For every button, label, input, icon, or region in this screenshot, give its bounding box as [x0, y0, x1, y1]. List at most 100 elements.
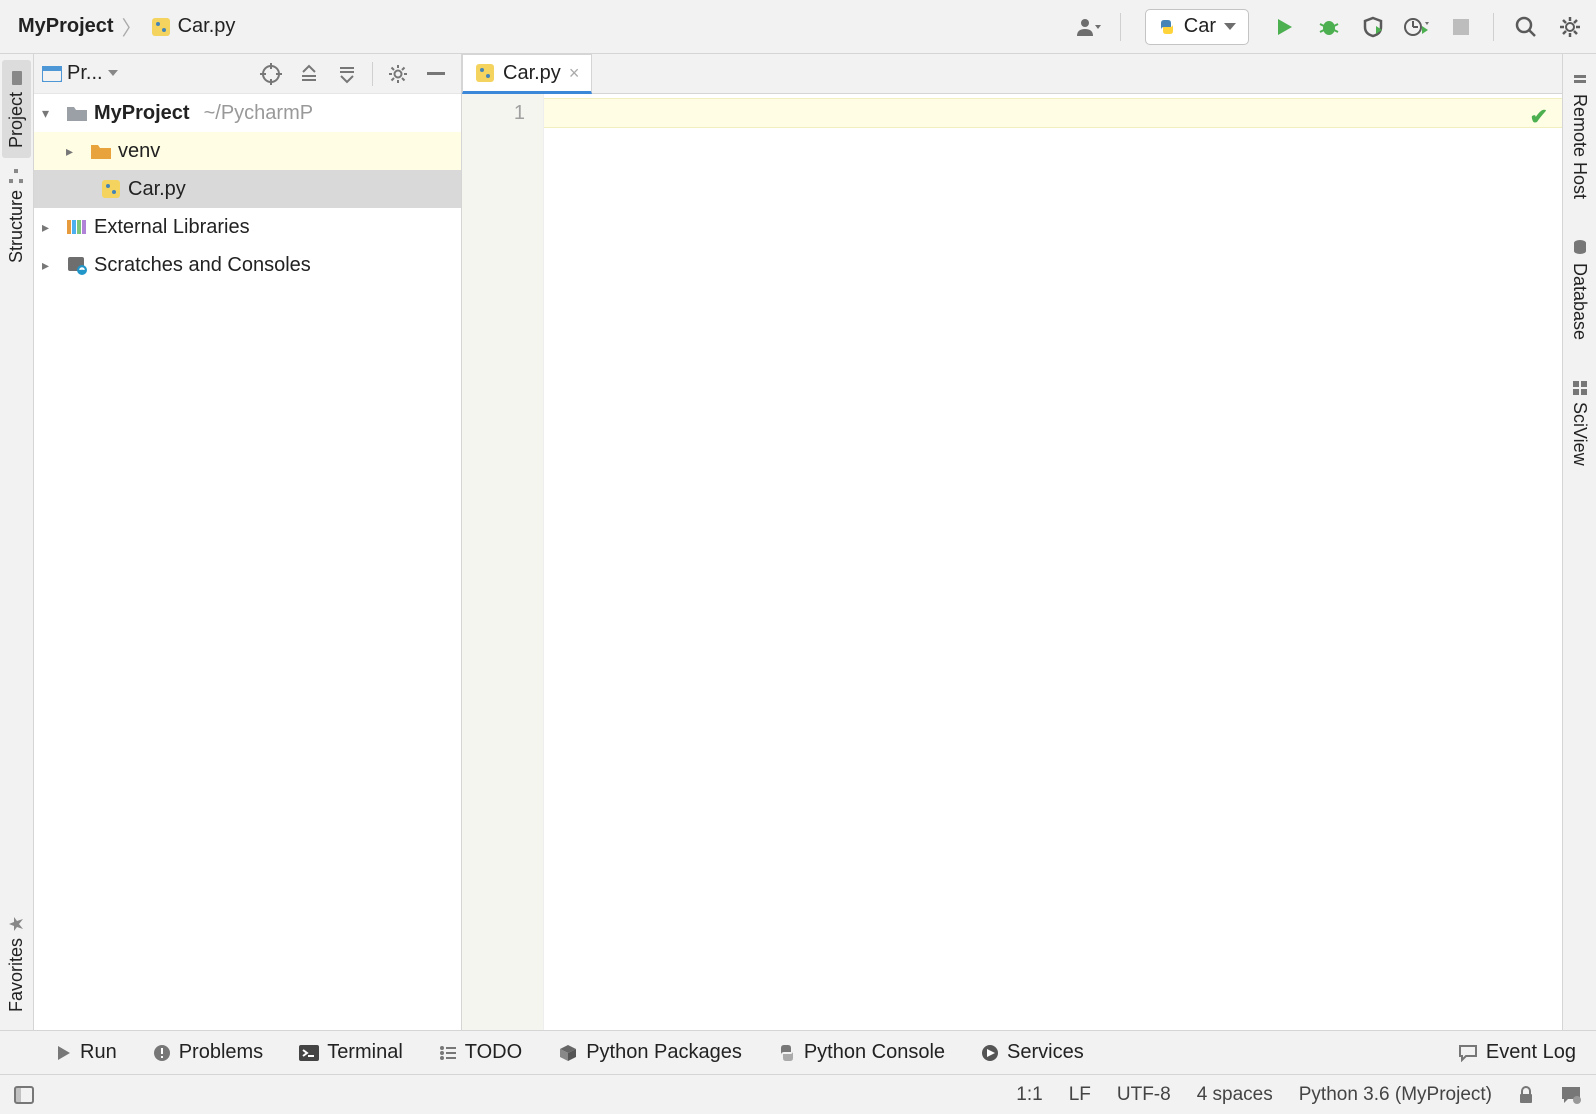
- separator: [372, 62, 373, 86]
- settings-button[interactable]: [1552, 9, 1588, 45]
- gear-icon: [1559, 16, 1581, 38]
- caret-position[interactable]: 1:1: [1016, 1084, 1042, 1106]
- project-tab-label: Project: [6, 92, 27, 148]
- project-view-label: Pr...: [67, 62, 103, 85]
- problems-tab-label: Problems: [179, 1041, 263, 1064]
- chevron-right-icon: ▸: [66, 143, 84, 160]
- remote-host-icon: [1572, 72, 1588, 88]
- chevron-down-icon: [108, 70, 118, 77]
- profiler-icon: [1404, 16, 1430, 38]
- console-tab-label: Python Console: [804, 1041, 945, 1064]
- profile-button[interactable]: [1399, 9, 1435, 45]
- database-icon: [1572, 239, 1588, 257]
- project-view-selector[interactable]: Pr...: [42, 62, 118, 85]
- tree-scratches[interactable]: ▸ Scratches and Consoles: [34, 246, 461, 284]
- chevron-down-icon: ▾: [42, 105, 60, 122]
- editor-body[interactable]: 1 ✔: [462, 94, 1562, 1030]
- select-opened-file-button[interactable]: [254, 57, 288, 91]
- terminal-tab-label: Terminal: [327, 1041, 403, 1064]
- sciview-icon: [1572, 380, 1588, 396]
- lock-icon[interactable]: [1518, 1086, 1534, 1104]
- left-tool-rail: Project Structure Favorites: [0, 54, 34, 1030]
- target-icon: [260, 63, 282, 85]
- folder-icon: [9, 70, 25, 86]
- bug-icon: [1318, 16, 1340, 38]
- favorites-tool-tab[interactable]: Favorites: [2, 906, 31, 1022]
- todo-tab-label: TODO: [465, 1041, 522, 1064]
- collapse-all-icon: [337, 64, 357, 84]
- terminal-tool-tab[interactable]: Terminal: [299, 1041, 403, 1064]
- expand-all-button[interactable]: [292, 57, 326, 91]
- python-file-icon: [100, 178, 122, 200]
- packages-tab-label: Python Packages: [586, 1041, 742, 1064]
- tree-venv-label: venv: [118, 140, 160, 163]
- tree-car-file-label: Car.py: [128, 178, 186, 201]
- run-tool-tab[interactable]: Run: [56, 1041, 117, 1064]
- tree-venv[interactable]: ▸ venv: [34, 132, 461, 170]
- remote-host-tab[interactable]: Remote Host: [1565, 64, 1594, 207]
- close-tab-button[interactable]: ×: [569, 63, 580, 84]
- python-icon: [1158, 18, 1176, 36]
- bottom-tool-bar: Run Problems Terminal TODO Python Packag…: [0, 1030, 1596, 1074]
- gear-icon: [388, 64, 408, 84]
- tree-scratches-label: Scratches and Consoles: [94, 254, 311, 277]
- tree-root[interactable]: ▾ MyProject ~/PycharmP: [34, 94, 461, 132]
- code-area[interactable]: ✔: [544, 94, 1562, 1030]
- folder-icon: [66, 104, 88, 122]
- user-dropdown-button[interactable]: [1070, 9, 1106, 45]
- services-tab-label: Services: [1007, 1041, 1084, 1064]
- play-icon: [1275, 17, 1295, 37]
- tool-window-quick-access-icon[interactable]: [14, 1086, 34, 1104]
- breadcrumb-project[interactable]: MyProject: [8, 15, 114, 38]
- sciview-tab[interactable]: SciView: [1565, 372, 1594, 474]
- separator: [1120, 13, 1121, 41]
- packages-icon: [558, 1044, 578, 1062]
- chevron-down-icon: [1224, 23, 1236, 31]
- hide-panel-button[interactable]: [419, 57, 453, 91]
- todo-tool-tab[interactable]: TODO: [439, 1041, 522, 1064]
- run-button[interactable]: [1267, 9, 1303, 45]
- tree-external-libraries[interactable]: ▸ External Libraries: [34, 208, 461, 246]
- structure-tool-tab[interactable]: Structure: [2, 158, 31, 273]
- editor-tab-car[interactable]: Car.py ×: [462, 54, 592, 94]
- star-icon: [9, 916, 25, 932]
- python-packages-tab[interactable]: Python Packages: [558, 1041, 742, 1064]
- editor-area: Car.py × 1 ✔: [462, 54, 1562, 1030]
- ide-status-icon[interactable]: [1560, 1085, 1582, 1105]
- stop-button[interactable]: [1443, 9, 1479, 45]
- tree-car-file[interactable]: Car.py: [34, 170, 461, 208]
- python-console-tab[interactable]: Python Console: [778, 1041, 945, 1064]
- database-label: Database: [1569, 263, 1590, 340]
- project-tool-tab[interactable]: Project: [2, 60, 31, 158]
- project-panel-header: Pr...: [34, 54, 461, 94]
- breadcrumb-file[interactable]: Car.py: [150, 15, 236, 38]
- collapse-all-button[interactable]: [330, 57, 364, 91]
- library-icon: [66, 218, 88, 236]
- chevron-right-icon: ▸: [42, 219, 60, 236]
- indent-setting[interactable]: 4 spaces: [1197, 1084, 1273, 1106]
- python-interpreter[interactable]: Python 3.6 (MyProject): [1299, 1084, 1492, 1106]
- remote-host-label: Remote Host: [1569, 94, 1590, 199]
- file-encoding[interactable]: UTF-8: [1117, 1084, 1171, 1106]
- inspection-ok-icon[interactable]: ✔: [1530, 104, 1548, 130]
- problems-tool-tab[interactable]: Problems: [153, 1041, 263, 1064]
- run-config-selector[interactable]: Car: [1145, 9, 1249, 45]
- run-tab-label: Run: [80, 1041, 117, 1064]
- line-separator[interactable]: LF: [1069, 1084, 1091, 1106]
- structure-icon: [9, 168, 25, 184]
- search-icon: [1515, 16, 1537, 38]
- toolbar-actions: Car: [1070, 9, 1588, 45]
- services-tool-tab[interactable]: Services: [981, 1041, 1084, 1064]
- run-coverage-button[interactable]: [1355, 9, 1391, 45]
- event-log-tab[interactable]: Event Log: [1458, 1041, 1576, 1064]
- project-view-icon: [42, 66, 62, 82]
- debug-button[interactable]: [1311, 9, 1347, 45]
- minimize-icon: [427, 72, 445, 76]
- database-tab[interactable]: Database: [1565, 231, 1594, 348]
- services-icon: [981, 1044, 999, 1062]
- scratches-icon: [66, 255, 88, 275]
- project-tree[interactable]: ▾ MyProject ~/PycharmP ▸ venv Car.py ▸ E…: [34, 94, 461, 1030]
- panel-settings-button[interactable]: [381, 57, 415, 91]
- python-file-icon: [150, 16, 172, 38]
- search-everywhere-button[interactable]: [1508, 9, 1544, 45]
